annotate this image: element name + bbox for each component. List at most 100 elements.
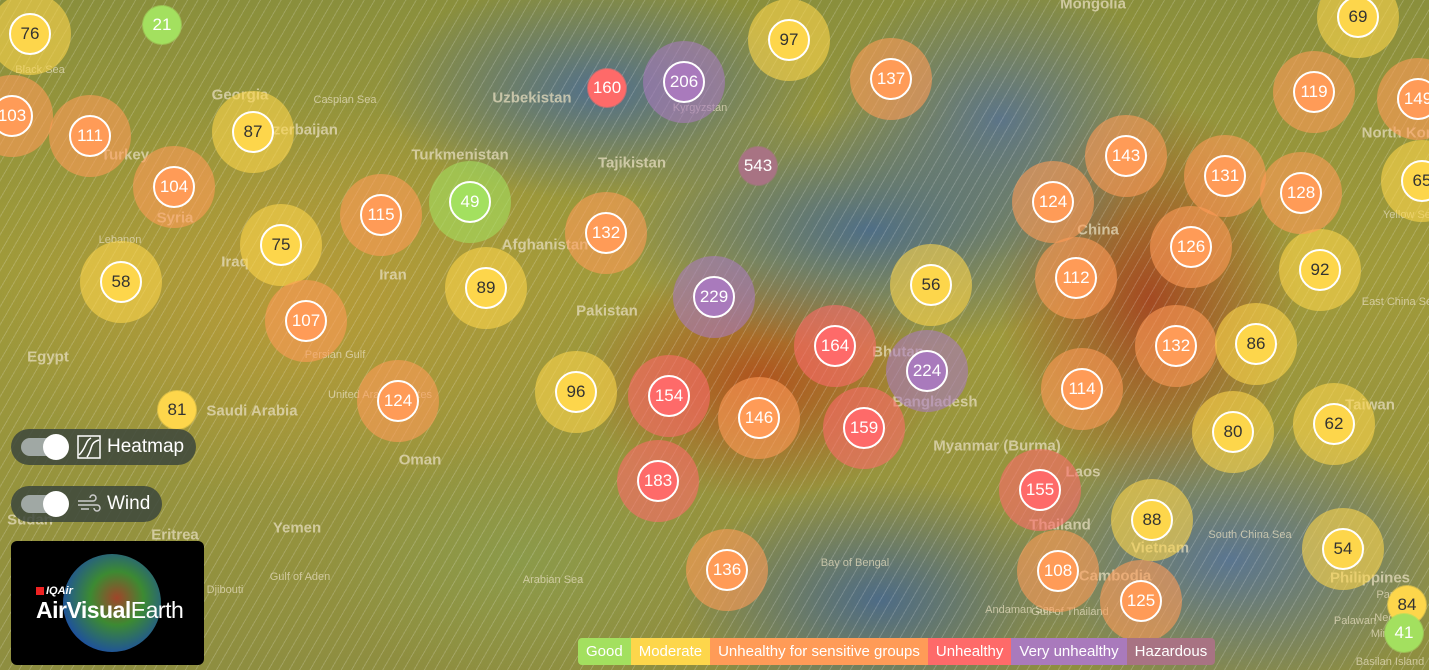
- aqi-marker[interactable]: 87: [212, 91, 294, 173]
- aqi-marker[interactable]: 112: [1035, 237, 1117, 319]
- aqi-marker[interactable]: 125: [1100, 560, 1182, 642]
- aqi-value: 132: [1155, 325, 1197, 367]
- aqi-marker[interactable]: 164: [794, 305, 876, 387]
- aqi-value: 49: [449, 181, 491, 223]
- aqi-value: 108: [1037, 550, 1079, 592]
- aqi-marker[interactable]: 104: [133, 146, 215, 228]
- aqi-marker[interactable]: 124: [357, 360, 439, 442]
- map-label: Egypt: [27, 348, 69, 366]
- aqi-marker[interactable]: 56: [890, 244, 972, 326]
- legend-item: Very unhealthy: [1011, 638, 1127, 665]
- map-label: Palawan: [1333, 615, 1377, 627]
- aqi-value: 80: [1212, 411, 1254, 453]
- aqi-marker[interactable]: 114: [1041, 348, 1123, 430]
- legend-item: Good: [578, 638, 631, 665]
- map-label: Mongolia: [1060, 0, 1126, 13]
- aqi-marker[interactable]: 132: [1135, 305, 1217, 387]
- aqi-marker[interactable]: 58: [80, 241, 162, 323]
- aqi-value: 88: [1131, 499, 1173, 541]
- map-label: Tajikistan: [597, 154, 667, 172]
- aqi-marker[interactable]: 86: [1215, 303, 1297, 385]
- aqi-marker[interactable]: 96: [535, 351, 617, 433]
- aqi-marker[interactable]: 75: [240, 204, 322, 286]
- aqi-value: 155: [1019, 469, 1061, 511]
- aqi-value: 229: [693, 276, 735, 318]
- aqi-marker[interactable]: 128: [1260, 152, 1342, 234]
- aqi-value: 114: [1061, 368, 1103, 410]
- aqi-marker[interactable]: 146: [718, 377, 800, 459]
- product-name: AirVisualEarth: [36, 597, 184, 623]
- map-label: Uzbekistan: [492, 89, 572, 107]
- aqi-marker[interactable]: 543: [738, 146, 778, 186]
- map-label: Saudi Arabia: [206, 402, 298, 420]
- legend-item: Moderate: [630, 638, 711, 665]
- aqi-marker[interactable]: 224: [886, 330, 968, 412]
- aqi-value: 96: [555, 371, 597, 413]
- aqi-value: 149: [1397, 78, 1429, 120]
- map-label: Gulf of Aden: [269, 571, 331, 583]
- aqi-value: 112: [1055, 257, 1097, 299]
- aqi-marker[interactable]: 41: [1384, 613, 1424, 653]
- legend-item: Unhealthy: [927, 638, 1012, 665]
- aqi-value: 89: [465, 267, 507, 309]
- aqi-value: 160: [588, 69, 626, 107]
- aqi-marker[interactable]: 136: [686, 529, 768, 611]
- aqi-marker[interactable]: 124: [1012, 161, 1094, 243]
- aqi-value: 75: [260, 224, 302, 266]
- aqi-marker[interactable]: 137: [850, 38, 932, 120]
- aqi-value: 41: [1385, 614, 1423, 652]
- aqi-marker[interactable]: 107: [265, 280, 347, 362]
- aqi-value: 146: [738, 397, 780, 439]
- aqi-marker[interactable]: 21: [142, 5, 182, 45]
- aqi-marker[interactable]: 131: [1184, 135, 1266, 217]
- aqi-marker[interactable]: 81: [157, 390, 197, 430]
- aqi-marker[interactable]: 183: [617, 440, 699, 522]
- aqi-value: 69: [1337, 0, 1379, 38]
- airvisual-earth-logo[interactable]: IQAir AirVisualEarth: [11, 541, 204, 665]
- aqi-value: 183: [637, 460, 679, 502]
- aqi-value: 104: [153, 166, 195, 208]
- aqi-marker[interactable]: 54: [1302, 508, 1384, 590]
- aqi-value: 97: [768, 19, 810, 61]
- aqi-marker[interactable]: 111: [49, 95, 131, 177]
- map-label: Caspian Sea: [313, 94, 377, 106]
- aqi-marker[interactable]: 132: [565, 192, 647, 274]
- map-label: Arabian Sea: [522, 574, 584, 586]
- aqi-marker[interactable]: 143: [1085, 115, 1167, 197]
- aqi-marker[interactable]: 160: [587, 68, 627, 108]
- aqi-marker[interactable]: 97: [748, 0, 830, 81]
- aqi-marker[interactable]: 119: [1273, 51, 1355, 133]
- aqi-value: 543: [739, 147, 777, 185]
- aqi-marker[interactable]: 154: [628, 355, 710, 437]
- heatmap-icon: [77, 435, 101, 459]
- aqi-marker[interactable]: 159: [823, 387, 905, 469]
- heatmap-label: Heatmap: [107, 436, 185, 457]
- aqi-marker[interactable]: 229: [673, 256, 755, 338]
- wind-switch[interactable]: [21, 491, 69, 517]
- map-label: Djibouti: [206, 584, 244, 596]
- heatmap-switch[interactable]: [21, 434, 69, 460]
- map-label: South China Sea: [1208, 529, 1292, 541]
- aqi-value: 111: [69, 115, 111, 157]
- map-label: Oman: [398, 451, 442, 469]
- aqi-marker[interactable]: 89: [445, 247, 527, 329]
- aqi-marker[interactable]: 49: [429, 161, 511, 243]
- aqi-marker[interactable]: 92: [1279, 229, 1361, 311]
- aqi-marker[interactable]: 126: [1150, 206, 1232, 288]
- heatmap-toggle[interactable]: Heatmap: [11, 429, 197, 465]
- aqi-marker[interactable]: 80: [1192, 391, 1274, 473]
- aqi-marker[interactable]: 206: [643, 41, 725, 123]
- aqi-value: 92: [1299, 249, 1341, 291]
- aqi-marker[interactable]: 155: [999, 449, 1081, 531]
- aqi-legend: Good Moderate Unhealthy for sensitive grou…: [578, 638, 1216, 665]
- aqi-value: 159: [843, 407, 885, 449]
- aqi-value: 124: [1032, 181, 1074, 223]
- aqi-marker[interactable]: 88: [1111, 479, 1193, 561]
- aqi-marker[interactable]: 115: [340, 174, 422, 256]
- aqi-marker[interactable]: 62: [1293, 383, 1375, 465]
- aqi-value: 131: [1204, 155, 1246, 197]
- aqi-marker[interactable]: 108: [1017, 530, 1099, 612]
- wind-toggle[interactable]: Wind: [11, 486, 163, 522]
- aqi-value: 154: [648, 375, 690, 417]
- wind-label: Wind: [107, 493, 151, 514]
